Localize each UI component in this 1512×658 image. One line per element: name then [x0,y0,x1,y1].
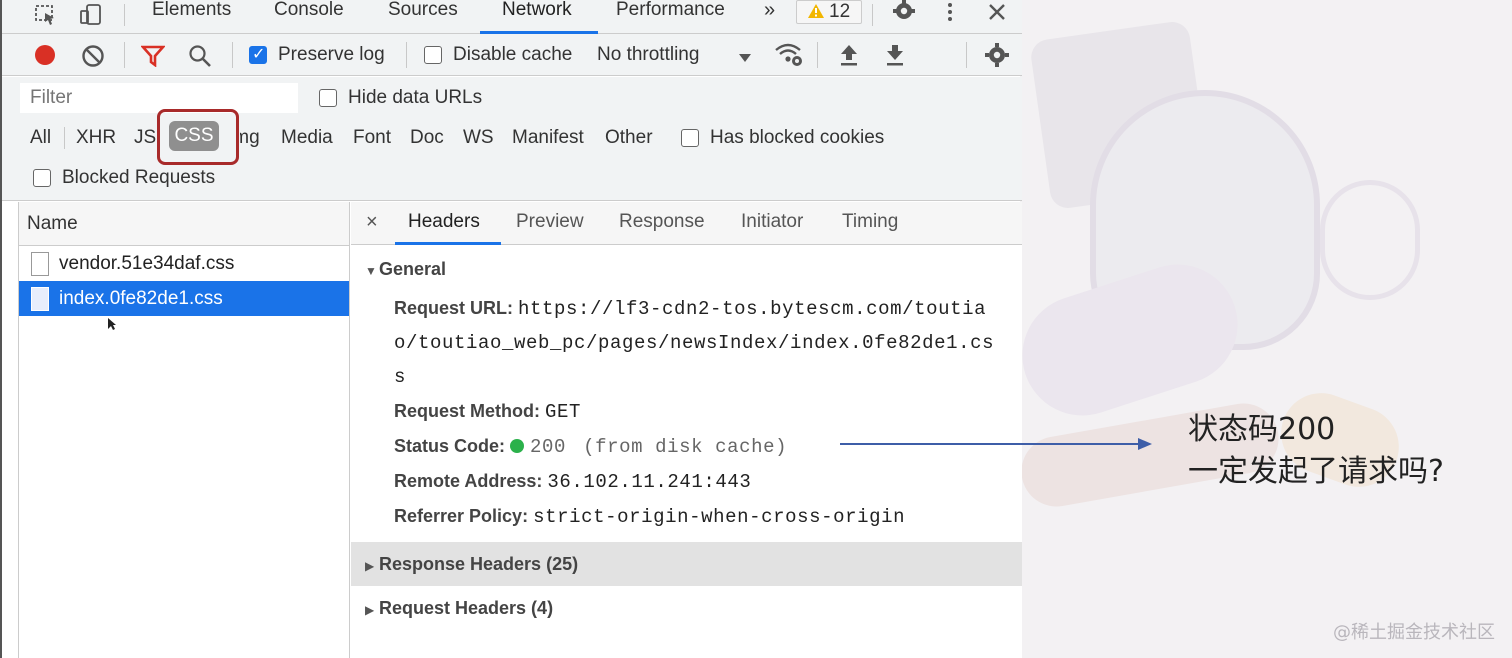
kebab-menu-icon[interactable] [946,2,954,29]
filter-type-media[interactable]: Media [281,127,333,149]
network-toolbar: Preserve log Disable cache No throttling [2,34,1022,76]
filter-type-manifest[interactable]: Manifest [512,127,584,149]
settings-icon[interactable] [891,0,917,29]
blocked-requests-label: Blocked Requests [62,167,216,188]
mouse-cursor-icon [107,317,117,334]
response-headers-section[interactable]: ▶ Response Headers (25) [351,542,1022,586]
preserve-log-checkbox[interactable] [249,44,267,64]
details-tab-bar: × Headers Preview Response Initiator Tim… [351,202,1022,245]
clear-icon[interactable] [81,44,105,73]
tab-headers[interactable]: Headers [395,202,501,245]
status-dot-icon [510,439,525,453]
has-blocked-cookies-label: Has blocked cookies [710,127,885,148]
request-headers-section[interactable]: ▶ Request Headers (4) [351,598,1022,619]
status-code-row: Status Code: 200 (from disk cache) [394,436,788,458]
general-section-header[interactable]: ▼ General [351,259,1022,280]
tab-network[interactable]: Network [480,0,598,34]
has-blocked-cookies-checkbox[interactable] [681,129,699,147]
warning-badge[interactable]: 12 [796,0,862,24]
request-list: Name vendor.51e34daf.css index.0fe82de1.… [18,202,350,658]
network-conditions-icon[interactable] [774,42,804,73]
tab-sources[interactable]: Sources [388,0,458,34]
devtools-panel: Elements Console Sources Network Perform… [0,0,1022,658]
filter-type-all[interactable]: All [30,127,51,149]
warning-count: 12 [829,1,851,22]
network-settings-icon[interactable] [984,42,1010,73]
device-toolbar-icon[interactable] [78,3,104,32]
dropdown-arrow-icon[interactable] [738,50,752,68]
annotation-line-2: 一定发起了请求吗? [1188,454,1444,489]
close-details-button[interactable]: × [366,202,378,245]
referrer-policy-row: Referrer Policy: strict-origin-when-cros… [394,506,906,528]
filter-icon[interactable] [140,45,166,72]
file-icon [31,286,49,311]
request-url-value: https://lf3-cdn2-tos.bytescm.com/toutia [518,298,987,320]
annotation-arrow-icon [840,438,1152,450]
tab-initiator[interactable]: Initiator [741,202,803,245]
warning-icon [807,3,825,24]
remote-address-row: Remote Address: 36.102.11.241:443 [394,471,752,493]
more-tabs-button[interactable]: » [764,0,775,34]
name-column-header[interactable]: Name [19,202,349,246]
tab-elements[interactable]: Elements [152,0,231,34]
import-har-icon[interactable] [838,43,860,72]
blocked-requests-checkbox[interactable] [33,169,51,187]
inspect-element-icon[interactable] [34,4,58,31]
filter-bar: Hide data URLs All XHR JS Img CSS Media … [2,77,1022,201]
tab-console[interactable]: Console [274,0,344,34]
tab-preview[interactable]: Preview [516,202,584,245]
tab-performance[interactable]: Performance [616,0,725,34]
watermark: @稀土掘金技术社区 [1333,622,1495,643]
filter-type-font[interactable]: Font [353,127,391,149]
collapsed-triangle-icon: ▶ [365,603,375,617]
slide-background [1020,0,1512,658]
filter-type-doc[interactable]: Doc [410,127,444,149]
close-devtools-icon[interactable] [987,2,1007,27]
export-har-icon[interactable] [884,43,906,72]
expanded-triangle-icon: ▼ [365,264,377,278]
request-url-row: Request URL: https://lf3-cdn2-tos.bytesc… [394,298,987,320]
hide-data-urls-checkbox[interactable] [319,89,337,107]
css-highlight-box [157,109,239,165]
filter-type-xhr[interactable]: XHR [76,127,116,149]
disable-cache-checkbox[interactable] [424,46,442,64]
disable-cache-label: Disable cache [453,44,573,65]
filter-input[interactable] [20,83,298,113]
search-icon[interactable] [188,44,212,73]
file-icon [31,251,49,276]
main-tab-bar: Elements Console Sources Network Perform… [2,0,1022,34]
request-details: × Headers Preview Response Initiator Tim… [351,202,1022,658]
tab-timing[interactable]: Timing [842,202,898,245]
request-name: index.0fe82de1.css [59,287,223,309]
request-name: vendor.51e34daf.css [59,252,235,274]
request-url-cont-1: o/toutiao_web_pc/pages/newsIndex/index.0… [394,332,995,354]
request-method-row: Request Method: GET [394,401,582,423]
request-row-selected[interactable]: index.0fe82de1.css [19,281,349,316]
filter-type-js[interactable]: JS [134,127,156,149]
hide-data-urls-label: Hide data URLs [348,87,483,108]
tab-response[interactable]: Response [619,202,705,245]
preserve-log-label: Preserve log [278,44,385,65]
record-icon[interactable] [34,44,56,71]
filter-type-other[interactable]: Other [605,127,653,149]
request-row[interactable]: vendor.51e34daf.css [19,246,349,281]
collapsed-triangle-icon: ▶ [365,559,375,573]
throttling-select[interactable]: No throttling [597,44,699,66]
annotation-line-1: 状态码200 [1188,412,1336,447]
request-url-cont-2: s [394,366,407,388]
filter-type-ws[interactable]: WS [463,127,494,149]
